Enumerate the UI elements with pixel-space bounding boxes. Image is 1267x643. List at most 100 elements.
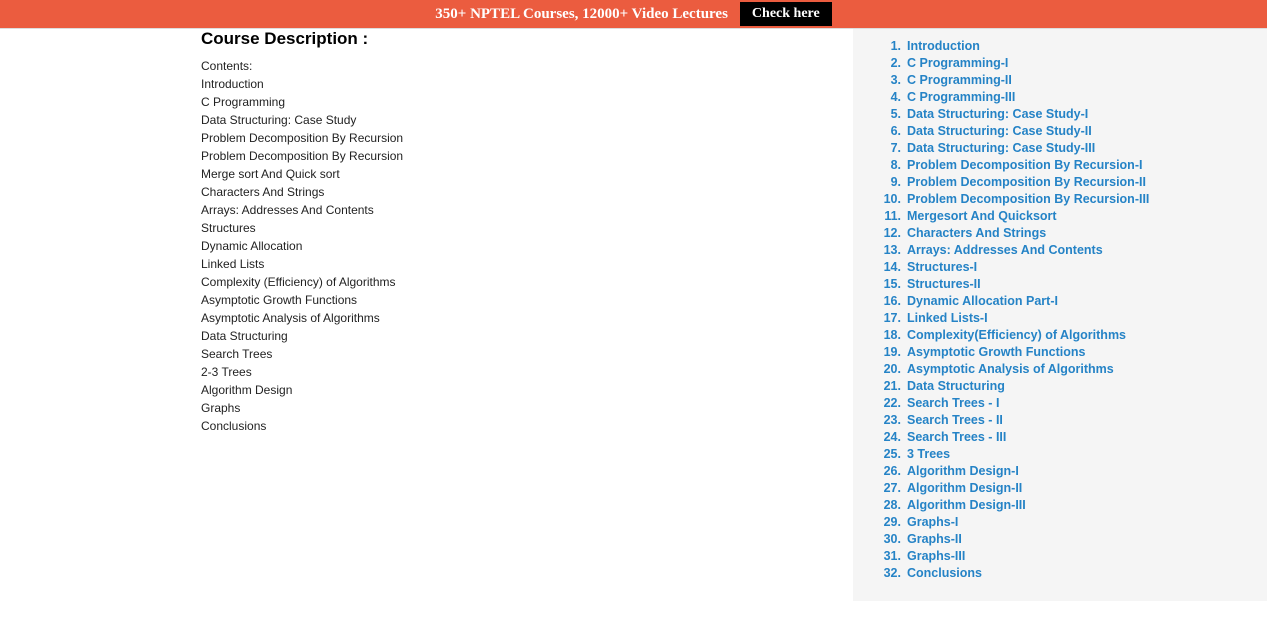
topic-item: 1.Introduction: [873, 37, 1247, 54]
topic-link[interactable]: Introduction: [907, 39, 980, 53]
topic-item: 10. Problem Decomposition By Recursion-II…: [873, 190, 1247, 207]
topic-number: 26.: [873, 464, 901, 478]
topic-number: 21.: [873, 379, 901, 393]
check-here-button[interactable]: Check here: [740, 2, 832, 26]
topic-number: 20.: [873, 362, 901, 376]
topic-link[interactable]: Asymptotic Growth Functions: [907, 345, 1085, 359]
description-line: Characters And Strings: [201, 183, 853, 201]
topic-item: 14. Structures-I: [873, 258, 1247, 275]
topic-item: 15. Structures-II: [873, 275, 1247, 292]
topic-link[interactable]: Conclusions: [907, 566, 982, 580]
topic-link[interactable]: Characters And Strings: [907, 226, 1046, 240]
description-line: Contents:: [201, 57, 853, 75]
description-line: Asymptotic Growth Functions: [201, 291, 853, 309]
topic-number: 2.: [873, 56, 901, 70]
description-line: Complexity (Efficiency) of Algorithms: [201, 273, 853, 291]
topic-number: 8.: [873, 158, 901, 172]
topic-item: 12. Characters And Strings: [873, 224, 1247, 241]
topic-link[interactable]: Algorithm Design-II: [907, 481, 1022, 495]
topic-link[interactable]: Algorithm Design-III: [907, 498, 1026, 512]
topic-link[interactable]: Data Structuring: Case Study-II: [907, 124, 1092, 138]
description-line: Algorithm Design: [201, 381, 853, 399]
topic-item: 13. Arrays: Addresses And Contents: [873, 241, 1247, 258]
description-line: Conclusions: [201, 417, 853, 435]
topic-number: 10.: [873, 192, 901, 206]
topics-list: 1.Introduction 2. C Programming-I 3. C Progr…: [873, 37, 1247, 581]
topics-sidebar: 1.Introduction 2. C Programming-I 3. C Progr…: [853, 29, 1267, 601]
topic-number: 14.: [873, 260, 901, 274]
topic-item: 22. Search Trees - I: [873, 394, 1247, 411]
course-description-title: Course Description :: [201, 29, 853, 49]
topic-link[interactable]: Search Trees - III: [907, 430, 1006, 444]
topic-link[interactable]: Mergesort And Quicksort: [907, 209, 1057, 223]
topic-number: 23.: [873, 413, 901, 427]
description-line: 2-3 Trees: [201, 363, 853, 381]
description-line: Search Trees: [201, 345, 853, 363]
topic-link[interactable]: Search Trees - I: [907, 396, 999, 410]
topic-number: 24.: [873, 430, 901, 444]
topic-link[interactable]: Problem Decomposition By Recursion-III: [907, 192, 1149, 206]
description-line: Linked Lists: [201, 255, 853, 273]
topic-item: 25. 3 Trees: [873, 445, 1247, 462]
topic-link[interactable]: Data Structuring: Case Study-I: [907, 107, 1088, 121]
topic-link[interactable]: Data Structuring: Case Study-III: [907, 141, 1095, 155]
topic-link[interactable]: Data Structuring: [907, 379, 1005, 393]
topic-link[interactable]: Dynamic Allocation Part-I: [907, 294, 1058, 308]
topic-number: 29.: [873, 515, 901, 529]
topic-link[interactable]: Algorithm Design-I: [907, 464, 1019, 478]
topic-link[interactable]: Graphs-III: [907, 549, 965, 563]
topic-number: 13.: [873, 243, 901, 257]
topic-number: 17.: [873, 311, 901, 325]
topic-item: 27.Algorithm Design-II: [873, 479, 1247, 496]
topic-link[interactable]: Structures-II: [907, 277, 981, 291]
description-line: Data Structuring: [201, 327, 853, 345]
topic-link[interactable]: C Programming-I: [907, 56, 1008, 70]
banner-text: 350+ NPTEL Courses, 12000+ Video Lecture…: [435, 6, 728, 23]
description-line: Problem Decomposition By Recursion: [201, 129, 853, 147]
topic-link[interactable]: Search Trees - II: [907, 413, 1003, 427]
description-line: Dynamic Allocation: [201, 237, 853, 255]
topic-link[interactable]: Graphs-II: [907, 532, 962, 546]
topic-link[interactable]: Arrays: Addresses And Contents: [907, 243, 1103, 257]
topic-item: 24. Search Trees - III: [873, 428, 1247, 445]
topic-item: 19.Asymptotic Growth Functions: [873, 343, 1247, 360]
description-line: Problem Decomposition By Recursion: [201, 147, 853, 165]
topic-item: 6. Data Structuring: Case Study-II: [873, 122, 1247, 139]
topic-number: 5.: [873, 107, 901, 121]
topic-item: 23. Search Trees - II: [873, 411, 1247, 428]
topic-item: 16.Dynamic Allocation Part-I: [873, 292, 1247, 309]
topic-item: 8. Problem Decomposition By Recursion-I: [873, 156, 1247, 173]
topic-number: 22.: [873, 396, 901, 410]
topic-number: 4.: [873, 90, 901, 104]
topic-number: 32.: [873, 566, 901, 580]
topic-link[interactable]: Complexity(Efficiency) of Algorithms: [907, 328, 1126, 342]
topic-item: 9. Problem Decomposition By Recursion-II: [873, 173, 1247, 190]
topic-item: 5. Data Structuring: Case Study-I: [873, 105, 1247, 122]
topic-item: 21. Data Structuring: [873, 377, 1247, 394]
description-line: Structures: [201, 219, 853, 237]
description-line: Asymptotic Analysis of Algorithms: [201, 309, 853, 327]
topic-link[interactable]: C Programming-II: [907, 73, 1012, 87]
topic-number: 31.: [873, 549, 901, 563]
topic-number: 11.: [873, 209, 901, 223]
topic-number: 28.: [873, 498, 901, 512]
topic-number: 18.: [873, 328, 901, 342]
topic-link[interactable]: Asymptotic Analysis of Algorithms: [907, 362, 1114, 376]
topic-number: 3.: [873, 73, 901, 87]
topic-item: 29. Graphs-I: [873, 513, 1247, 530]
topic-link[interactable]: Problem Decomposition By Recursion-II: [907, 175, 1146, 189]
topic-link[interactable]: 3 Trees: [907, 447, 950, 461]
topic-number: 12.: [873, 226, 901, 240]
topic-number: 9.: [873, 175, 901, 189]
description-line: Introduction: [201, 75, 853, 93]
topic-item: 20. Asymptotic Analysis of Algorithms: [873, 360, 1247, 377]
topic-number: 15.: [873, 277, 901, 291]
topic-link[interactable]: Linked Lists-I: [907, 311, 988, 325]
topic-item: 30.Graphs-II: [873, 530, 1247, 547]
topic-link[interactable]: Graphs-I: [907, 515, 958, 529]
topic-link[interactable]: Structures-I: [907, 260, 977, 274]
topic-number: 25.: [873, 447, 901, 461]
topic-number: 6.: [873, 124, 901, 138]
topic-link[interactable]: C Programming-III: [907, 90, 1015, 104]
topic-link[interactable]: Problem Decomposition By Recursion-I: [907, 158, 1142, 172]
